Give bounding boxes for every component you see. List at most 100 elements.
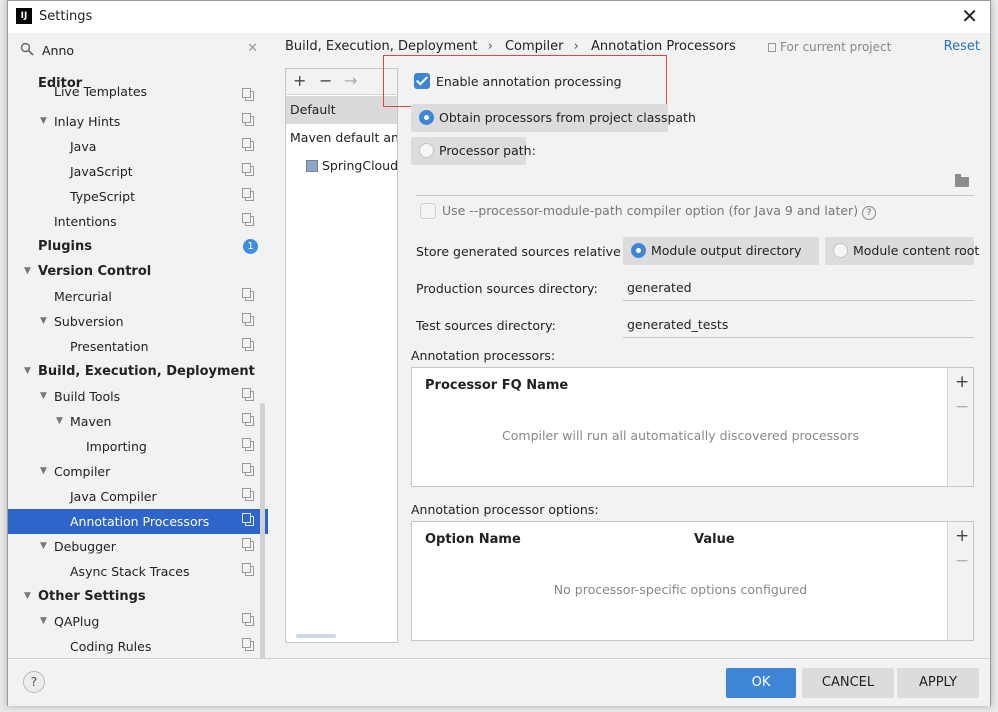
sidebar-item[interactable]: Importing [8, 434, 268, 459]
processor-fq-name-header: Processor FQ Name [425, 378, 569, 393]
profiles-toolbar: + − → [286, 69, 397, 95]
test-dir-label: Test sources directory: [416, 318, 556, 333]
sidebar-item[interactable]: Java Compiler [8, 484, 268, 509]
profile-item[interactable]: Maven default annotation processors prof… [286, 124, 397, 152]
chevron-down-icon[interactable]: ▼ [56, 409, 63, 434]
project-settings-icon [242, 388, 254, 401]
project-settings-icon [242, 488, 254, 501]
sidebar-item[interactable]: Java [8, 134, 268, 159]
sidebar-item[interactable]: ▼ Maven [8, 409, 268, 434]
sidebar-item-label: Version Control [38, 264, 152, 279]
project-settings-icon [242, 188, 254, 201]
move-profile-button[interactable]: → [344, 71, 357, 91]
sidebar-item[interactable]: Plugins 1 [8, 234, 268, 259]
search-input[interactable] [42, 41, 232, 59]
chevron-down-icon[interactable]: ▼ [40, 109, 47, 134]
settings-window: IJ Settings ✕ ✕ EditorLive Templates▼Inl… [7, 0, 991, 706]
apply-button[interactable]: APPLY [897, 668, 979, 698]
module-path-checkbox[interactable] [420, 203, 436, 219]
project-settings-icon [242, 613, 254, 626]
highlight-box [383, 55, 667, 107]
sidebar-item[interactable]: ▼ Build Tools [8, 384, 268, 409]
add-processor-button[interactable]: + [955, 373, 969, 391]
close-icon[interactable]: ✕ [961, 5, 978, 27]
breadcrumb: Build, Execution, Deployment › Compiler … [285, 39, 742, 54]
project-settings-icon [242, 438, 254, 451]
sidebar-item[interactable]: ▼ Debugger [8, 534, 268, 559]
sidebar-item-label: Build Tools [54, 389, 121, 404]
sidebar-item[interactable]: Presentation [8, 334, 268, 359]
module-output-radio[interactable]: Module output directory [623, 237, 819, 265]
module-path-option[interactable]: Use --processor-module-path compiler opt… [442, 203, 877, 220]
breadcrumb-item-compiler[interactable]: Compiler [505, 39, 564, 54]
for-current-project: For current project [768, 40, 891, 54]
profile-item[interactable]: SpringCloudDemo [286, 152, 397, 180]
chevron-down-icon[interactable]: ▼ [40, 309, 47, 334]
sidebar-item[interactable]: ▼ Other Settings [8, 584, 268, 609]
obtain-classpath-radio[interactable]: Obtain processors from project classpath [411, 104, 696, 132]
module-content-radio[interactable]: Module content root [825, 237, 979, 265]
breadcrumb-separator: › [487, 39, 493, 54]
cancel-button[interactable]: CANCEL [802, 668, 894, 698]
sidebar-item[interactable]: JavaScript [8, 159, 268, 184]
chevron-down-icon[interactable]: ▼ [40, 384, 47, 409]
test-dir-field[interactable]: generated_tests [623, 314, 974, 338]
project-settings-icon [242, 88, 254, 101]
chevron-down-icon[interactable]: ▼ [40, 534, 47, 559]
sidebar-item[interactable]: TypeScript [8, 184, 268, 209]
sidebar-item[interactable]: ▼ Subversion [8, 309, 268, 334]
profiles-h-scrollbar[interactable] [296, 634, 336, 638]
project-settings-icon [242, 413, 254, 426]
sidebar-item[interactable]: Annotation Processors [8, 509, 268, 534]
sidebar-item-label: Java Compiler [70, 489, 157, 504]
sidebar-item-label: Importing [86, 439, 147, 454]
add-profile-button[interactable]: + [293, 71, 306, 91]
chevron-down-icon[interactable]: ▼ [24, 259, 31, 284]
processors-table: Processor FQ Name Compiler will run all … [411, 367, 974, 487]
processor-path-field[interactable] [416, 195, 974, 196]
chevron-down-icon[interactable]: ▼ [24, 359, 31, 384]
reset-link[interactable]: Reset [944, 39, 980, 54]
breadcrumb-item-build[interactable]: Build, Execution, Deployment [285, 39, 477, 54]
module-path-label: Use --processor-module-path compiler opt… [442, 203, 859, 218]
sidebar-item[interactable]: Async Stack Traces [8, 559, 268, 584]
sidebar-item-label: Coding Rules [70, 639, 152, 654]
sidebar-item[interactable]: ▼ Version Control [8, 259, 268, 284]
sidebar-item-label: QAPlug [54, 614, 100, 629]
remove-processor-button[interactable]: − [955, 398, 969, 416]
help-icon[interactable]: ? [862, 206, 877, 220]
folder-icon[interactable] [955, 174, 969, 187]
update-badge: 1 [243, 239, 258, 254]
remove-option-button[interactable]: − [955, 552, 969, 570]
profile-item[interactable]: Default [286, 96, 397, 124]
sidebar-scrollbar[interactable] [260, 403, 265, 688]
sidebar-item[interactable]: ▼ QAPlug [8, 609, 268, 634]
chevron-down-icon[interactable]: ▼ [24, 584, 31, 609]
chevron-down-icon[interactable]: ▼ [40, 459, 47, 484]
production-dir-field[interactable]: generated [623, 277, 974, 301]
clear-search-icon[interactable]: ✕ [247, 41, 258, 56]
remove-profile-button[interactable]: − [319, 71, 332, 91]
project-settings-icon [242, 338, 254, 351]
sidebar-item[interactable]: Mercurial [8, 284, 268, 309]
add-option-button[interactable]: + [955, 527, 969, 545]
sidebar-item[interactable]: Coding Rules [8, 634, 268, 659]
sidebar-item[interactable]: Live Templates [8, 84, 268, 101]
sidebar-item-label: JavaScript [70, 164, 133, 179]
sidebar-item-label: Inlay Hints [54, 114, 121, 129]
sidebar-item-label: Java [70, 139, 97, 154]
sidebar-item[interactable]: ▼ Build, Execution, Deployment [8, 359, 268, 384]
chevron-down-icon[interactable]: ▼ [40, 609, 47, 634]
sidebar-item-label: Maven [70, 414, 112, 429]
ok-button[interactable]: OK [726, 668, 796, 698]
sidebar-item[interactable]: ▼ Inlay Hints [8, 109, 268, 134]
help-button[interactable]: ? [23, 671, 45, 693]
sidebar-item-label: Compiler [54, 464, 111, 479]
project-settings-icon [242, 163, 254, 176]
sidebar-item[interactable]: Intentions [8, 209, 268, 234]
profile-item-label: SpringCloudDemo [322, 158, 397, 173]
options-toolbar: + − [947, 522, 973, 640]
processor-path-radio[interactable]: Processor path: [411, 137, 536, 165]
sidebar-item[interactable]: ▼ Compiler [8, 459, 268, 484]
processors-section-label: Annotation processors: [411, 348, 556, 363]
